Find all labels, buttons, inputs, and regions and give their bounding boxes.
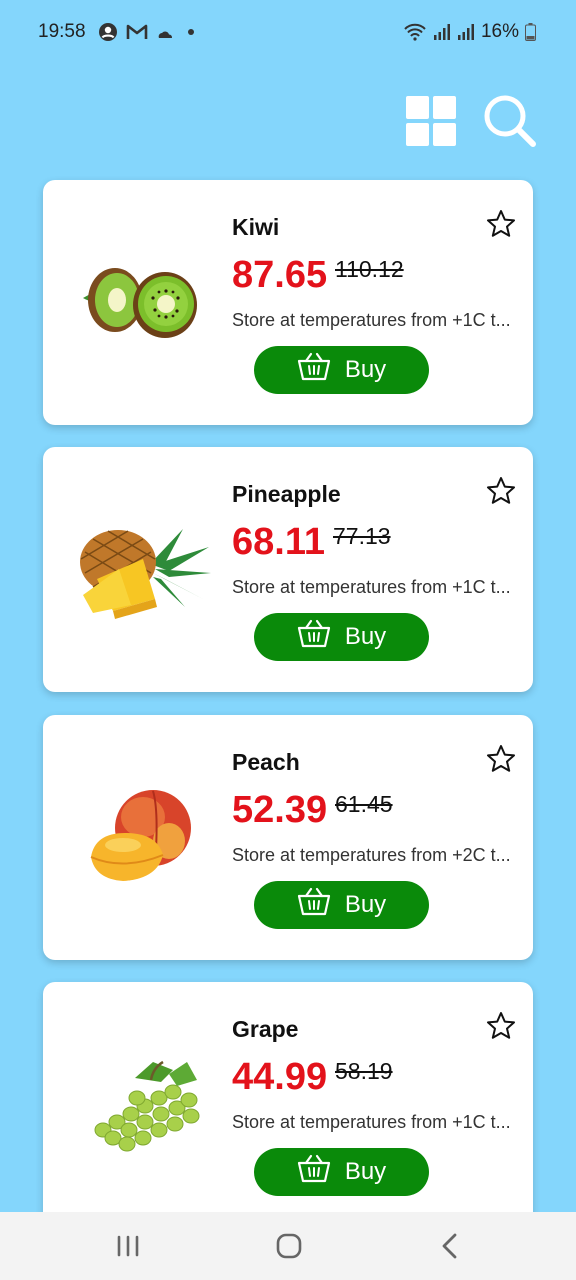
back-icon[interactable] — [434, 1230, 466, 1262]
status-left: 19:58 — [38, 21, 198, 43]
product-price: 87.65 — [232, 254, 328, 296]
signal-icon — [433, 23, 451, 41]
kiwi-image — [73, 240, 213, 360]
peach-image — [73, 775, 213, 895]
product-old-price: 61.45 — [335, 791, 393, 817]
cloud-moon-icon — [156, 23, 176, 41]
favorite-star-icon[interactable] — [485, 1010, 517, 1042]
recent-apps-icon[interactable] — [112, 1230, 144, 1262]
product-name: Pineapple — [232, 481, 341, 507]
buy-button[interactable]: Buy — [254, 613, 429, 661]
system-nav-bar — [0, 1212, 576, 1280]
pineapple-image — [73, 507, 213, 627]
buy-button[interactable]: Buy — [254, 346, 429, 394]
product-old-price: 58.19 — [335, 1058, 393, 1084]
basket-icon — [297, 619, 331, 656]
battery-icon — [525, 23, 536, 41]
product-price: 52.39 — [232, 789, 328, 831]
battery-percent: 16% — [480, 21, 519, 42]
dot-icon — [184, 25, 198, 39]
product-description: Store at temperatures from +2C t... — [232, 845, 511, 865]
product-card[interactable]: Grape 44.99 58.19 Store at temperatures … — [43, 982, 533, 1227]
basket-icon — [297, 352, 331, 389]
buy-label: Buy — [344, 623, 387, 650]
product-card[interactable]: Kiwi 87.65 110.12 Store at temperatures … — [43, 180, 533, 425]
favorite-star-icon[interactable] — [485, 475, 517, 507]
product-description: Store at temperatures from +1C t... — [232, 310, 511, 330]
buy-button[interactable]: Buy — [254, 1148, 429, 1196]
buy-button[interactable]: Buy — [254, 881, 429, 929]
status-bar: 19:58 16% — [0, 0, 576, 64]
status-time: 19:58 — [38, 21, 86, 42]
buy-label: Buy — [344, 891, 387, 918]
home-icon[interactable] — [273, 1230, 305, 1262]
basket-icon — [297, 887, 331, 924]
product-card[interactable]: Peach 52.39 61.45 Store at temperatures … — [43, 715, 533, 960]
wifi-icon — [403, 23, 427, 41]
buy-label: Buy — [344, 1158, 387, 1185]
product-description: Store at temperatures from +1C t... — [232, 577, 511, 597]
product-description: Store at temperatures from +1C t... — [232, 1112, 511, 1132]
product-name: Peach — [232, 749, 300, 775]
product-name: Kiwi — [232, 214, 280, 240]
grape-image — [73, 1042, 213, 1162]
buy-label: Buy — [344, 356, 387, 383]
grid-view-icon[interactable] — [406, 96, 456, 146]
product-old-price: 77.13 — [333, 523, 391, 549]
favorite-star-icon[interactable] — [485, 208, 517, 240]
favorite-star-icon[interactable] — [485, 743, 517, 775]
signal-icon — [457, 23, 475, 41]
search-icon[interactable] — [483, 94, 537, 148]
product-card[interactable]: Pineapple 68.11 77.13 Store at temperatu… — [43, 447, 533, 692]
product-name: Grape — [232, 1016, 299, 1042]
product-old-price: 110.12 — [335, 256, 404, 282]
product-price: 68.11 — [232, 521, 325, 563]
product-price: 44.99 — [232, 1056, 328, 1098]
gmail-icon — [126, 23, 148, 41]
status-right: 16% — [403, 21, 536, 43]
account-icon — [98, 22, 118, 42]
basket-icon — [297, 1154, 331, 1191]
toolbar — [0, 92, 576, 152]
